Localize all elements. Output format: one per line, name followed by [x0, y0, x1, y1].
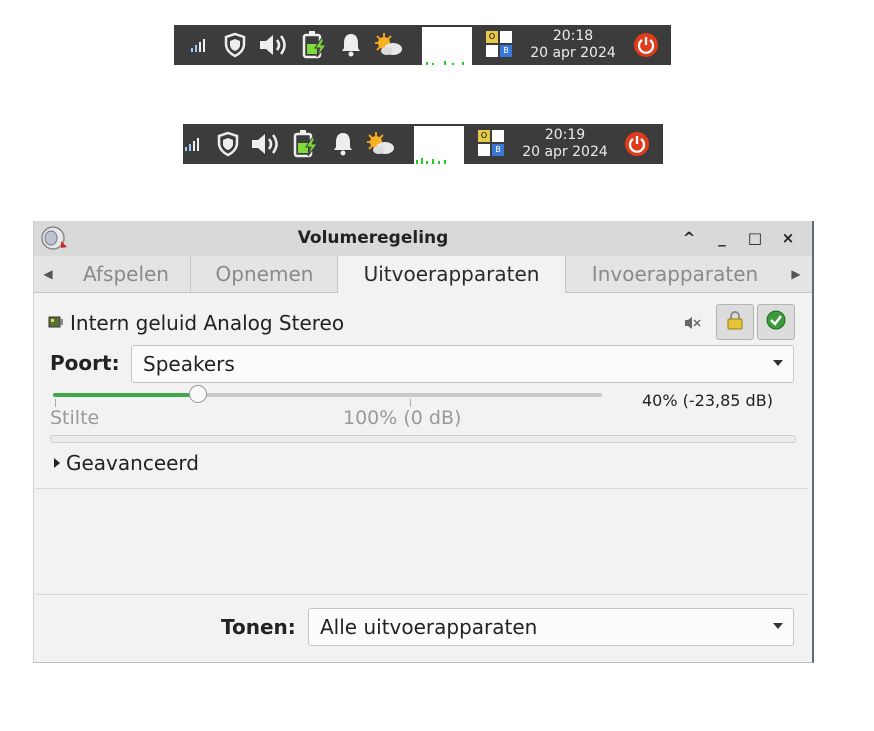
speaker-muted-icon [684, 315, 702, 331]
workspace-pager[interactable]: O B [478, 130, 506, 158]
tab-bar: ◀ Afspelen Opnemen Uitvoerapparaten Invo… [34, 256, 812, 293]
sun-cloud-icon[interactable] [372, 25, 404, 65]
tab-scroll-right-icon[interactable]: ▶ [786, 256, 806, 292]
bell-icon[interactable] [331, 124, 355, 164]
workspace-cell[interactable] [478, 144, 490, 156]
show-label: Tonen: [221, 615, 296, 639]
volume-slider[interactable] [53, 385, 602, 403]
lock-channels-button[interactable] [716, 304, 754, 340]
show-devices-select[interactable]: Alle uitvoerapparaten [308, 608, 794, 646]
workspace-cell[interactable] [500, 31, 512, 43]
scale-mark-full: 100% (0 dB) [343, 407, 462, 429]
scale-mark-silence: Stilte [50, 407, 100, 429]
tab-opnemen[interactable]: Opnemen [190, 256, 338, 292]
keep-above-button[interactable]: ^ [678, 227, 700, 249]
peak-meter [50, 435, 796, 443]
shield-icon[interactable] [215, 124, 241, 164]
maximize-button[interactable]: □ [744, 227, 766, 249]
device-name: Intern geluid Analog Stereo [70, 311, 345, 335]
clock-date: 20 apr 2024 [522, 144, 608, 160]
workspace-cell[interactable]: O [478, 130, 490, 142]
power-icon[interactable] [634, 33, 658, 57]
device-header: Intern geluid Analog Stereo [48, 309, 344, 337]
clock[interactable]: 20:19 20 apr 2024 [518, 127, 612, 161]
separator [36, 594, 808, 595]
tab-invoerapparaten[interactable]: Invoerapparaten [565, 256, 785, 292]
signal-bars-icon[interactable] [183, 124, 203, 164]
show-devices-value: Alle uitvoerapparaten [320, 615, 538, 639]
volume-control-window: Volumeregeling ^ _ □ × ◀ Afspelen Opneme… [33, 221, 814, 663]
clock-time: 20:19 [544, 127, 586, 143]
taskbar-top: O B 20:18 20 apr 2024 [174, 25, 671, 65]
volume-value: 40% (-23,85 dB) [642, 391, 773, 410]
shield-icon[interactable] [222, 25, 248, 65]
minimize-button[interactable]: _ [711, 227, 733, 249]
expander-arrow-icon [54, 457, 60, 468]
chevron-down-icon [773, 623, 783, 629]
tab-afspelen[interactable]: Afspelen [62, 256, 190, 292]
taskbar-bottom: O B 20:19 20 apr 2024 [183, 124, 663, 164]
tab-uitvoerapparaten[interactable]: Uitvoerapparaten [337, 256, 566, 293]
title-bar[interactable]: Volumeregeling ^ _ □ × [34, 221, 812, 256]
cpu-graph [422, 27, 472, 65]
workspace-cell[interactable]: B [492, 144, 504, 156]
separator [36, 488, 808, 489]
port-select[interactable]: Speakers [131, 345, 794, 383]
sound-card-icon [48, 314, 64, 333]
bell-icon[interactable] [339, 25, 363, 65]
port-select-value: Speakers [143, 352, 235, 376]
checkmark-icon [766, 310, 786, 334]
sun-cloud-icon[interactable] [364, 124, 396, 164]
chevron-down-icon [773, 360, 783, 366]
volume-slider-fill [53, 393, 197, 397]
cpu-graph [414, 126, 464, 164]
clock-date: 20 apr 2024 [530, 45, 616, 61]
tab-scroll-left-icon[interactable]: ◀ [38, 256, 58, 292]
workspace-cell[interactable] [486, 45, 498, 57]
workspace-cell[interactable]: O [486, 31, 498, 43]
power-icon[interactable] [625, 132, 649, 156]
port-label: Poort: [50, 351, 120, 375]
window-title: Volumeregeling [297, 228, 449, 248]
slider-tick [55, 399, 56, 407]
volume-slider-handle[interactable] [189, 385, 207, 403]
clock-time: 20:18 [552, 28, 594, 44]
workspace-pager[interactable]: O B [486, 31, 514, 59]
lock-icon [726, 310, 744, 334]
speaker-volume-icon[interactable] [249, 124, 283, 164]
battery-charging-icon[interactable] [301, 25, 329, 65]
set-as-fallback-button[interactable] [757, 304, 795, 340]
close-button[interactable]: × [777, 227, 799, 249]
advanced-expander[interactable]: Geavanceerd [54, 451, 199, 475]
clock[interactable]: 20:18 20 apr 2024 [526, 28, 620, 62]
workspace-cell[interactable] [492, 130, 504, 142]
battery-charging-icon[interactable] [292, 124, 320, 164]
signal-bars-icon[interactable] [188, 25, 210, 65]
speaker-volume-icon[interactable] [257, 25, 291, 65]
slider-tick [410, 399, 411, 407]
workspace-cell[interactable]: B [500, 45, 512, 57]
advanced-label: Geavanceerd [66, 451, 199, 475]
